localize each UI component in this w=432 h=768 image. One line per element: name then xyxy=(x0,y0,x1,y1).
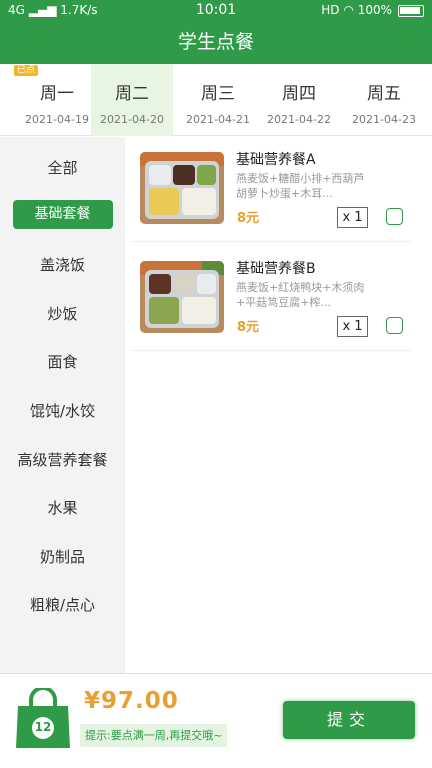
meal-description: 燕麦饭+糖醋小排+西葫芦胡萝卜炒蛋+木耳... xyxy=(236,172,365,200)
wifi-icon: ◠ xyxy=(343,3,354,17)
tab-date: 2021-04-20 xyxy=(100,113,164,126)
battery-percentage: 100% xyxy=(357,3,392,17)
weekday-tabs: 周一 2021-04-19 周二 2021-04-20 周三 2021-04-2… xyxy=(0,64,432,136)
category-label: 基础套餐 xyxy=(12,200,113,229)
meal-price: 8元 xyxy=(237,320,260,335)
category-dumplings[interactable]: 馄饨/水饺 xyxy=(0,400,125,421)
tab-date: 2021-04-19 xyxy=(25,113,89,126)
category-basic-set[interactable]: 基础套餐 xyxy=(0,200,125,229)
category-premium-set[interactable]: 高级营养套餐 xyxy=(0,449,125,470)
list-item[interactable]: 基础营养餐B 燕麦饭+红烧鸭块+木须肉+平菇笃豆腐+榨... 8元 x 1 xyxy=(130,246,412,351)
tab-date: 2021-04-23 xyxy=(352,113,416,126)
tab-date: 2021-04-21 xyxy=(186,113,250,126)
tab-day-name: 周二 xyxy=(115,84,149,104)
meal-photo xyxy=(140,261,224,333)
list-item[interactable]: 基础营养餐A 燕麦饭+糖醋小排+西葫芦胡萝卜炒蛋+木耳... 8元 x 1 xyxy=(130,137,412,242)
select-checkbox[interactable] xyxy=(386,208,403,225)
status-bar: 4G ▂▄▆ 1.7K/s 10:01 HD ◠ 100% xyxy=(0,0,432,22)
tab-thursday[interactable]: 周四 2021-04-22 xyxy=(258,64,340,136)
category-all[interactable]: 全部 xyxy=(0,157,125,178)
category-dairy[interactable]: 奶制品 xyxy=(0,546,125,567)
category-grains-snacks[interactable]: 粗粮/点心 xyxy=(0,594,125,615)
tab-day-name: 周四 xyxy=(282,84,316,104)
tab-day-name: 周一 xyxy=(40,84,74,104)
tab-wednesday[interactable]: 周三 2021-04-21 xyxy=(177,64,259,136)
tab-day-name: 周三 xyxy=(201,84,235,104)
tab-tuesday[interactable]: 周二 2021-04-20 xyxy=(91,64,173,136)
shopping-bag-icon[interactable]: 12 xyxy=(14,686,72,750)
tab-date: 2021-04-22 xyxy=(267,113,331,126)
status-right: HD ◠ 100% xyxy=(321,3,392,17)
cart-count: 12 xyxy=(34,720,52,734)
quantity-box[interactable]: x 1 xyxy=(337,316,368,337)
page-title: 学生点餐 xyxy=(0,22,432,64)
category-rice-bowl[interactable]: 盖浇饭 xyxy=(0,254,125,275)
tab-friday[interactable]: 周五 2021-04-23 xyxy=(343,64,425,136)
category-noodles[interactable]: 面食 xyxy=(0,351,125,372)
category-sidebar: 全部 基础套餐 盖浇饭 炒饭 面食 馄饨/水饺 高级营养套餐 水果 奶制品 粗粮… xyxy=(0,137,125,673)
cart-footer: 12 ¥97.00 提示:要点满一周,再提交哦~ 提交 xyxy=(0,673,432,768)
select-checkbox[interactable] xyxy=(386,317,403,334)
hd-label: HD xyxy=(321,3,340,17)
submit-button[interactable]: 提交 xyxy=(283,701,415,739)
meal-name: 基础营养餐B xyxy=(236,261,316,277)
ordered-badge: 已点 xyxy=(14,65,39,76)
battery-icon xyxy=(398,5,424,17)
category-fried-rice[interactable]: 炒饭 xyxy=(0,303,125,324)
meal-description: 燕麦饭+红烧鸭块+木须肉+平菇笃豆腐+榨... xyxy=(236,281,365,309)
quantity-box[interactable]: x 1 xyxy=(337,207,368,228)
meal-name: 基础营养餐A xyxy=(236,152,316,168)
hint-text: 提示:要点满一周,再提交哦~ xyxy=(80,724,228,747)
meal-price: 8元 xyxy=(237,211,260,226)
meal-photo xyxy=(140,152,224,224)
category-fruit[interactable]: 水果 xyxy=(0,497,125,518)
tab-day-name: 周五 xyxy=(367,84,401,104)
total-price: ¥97.00 xyxy=(84,688,179,714)
